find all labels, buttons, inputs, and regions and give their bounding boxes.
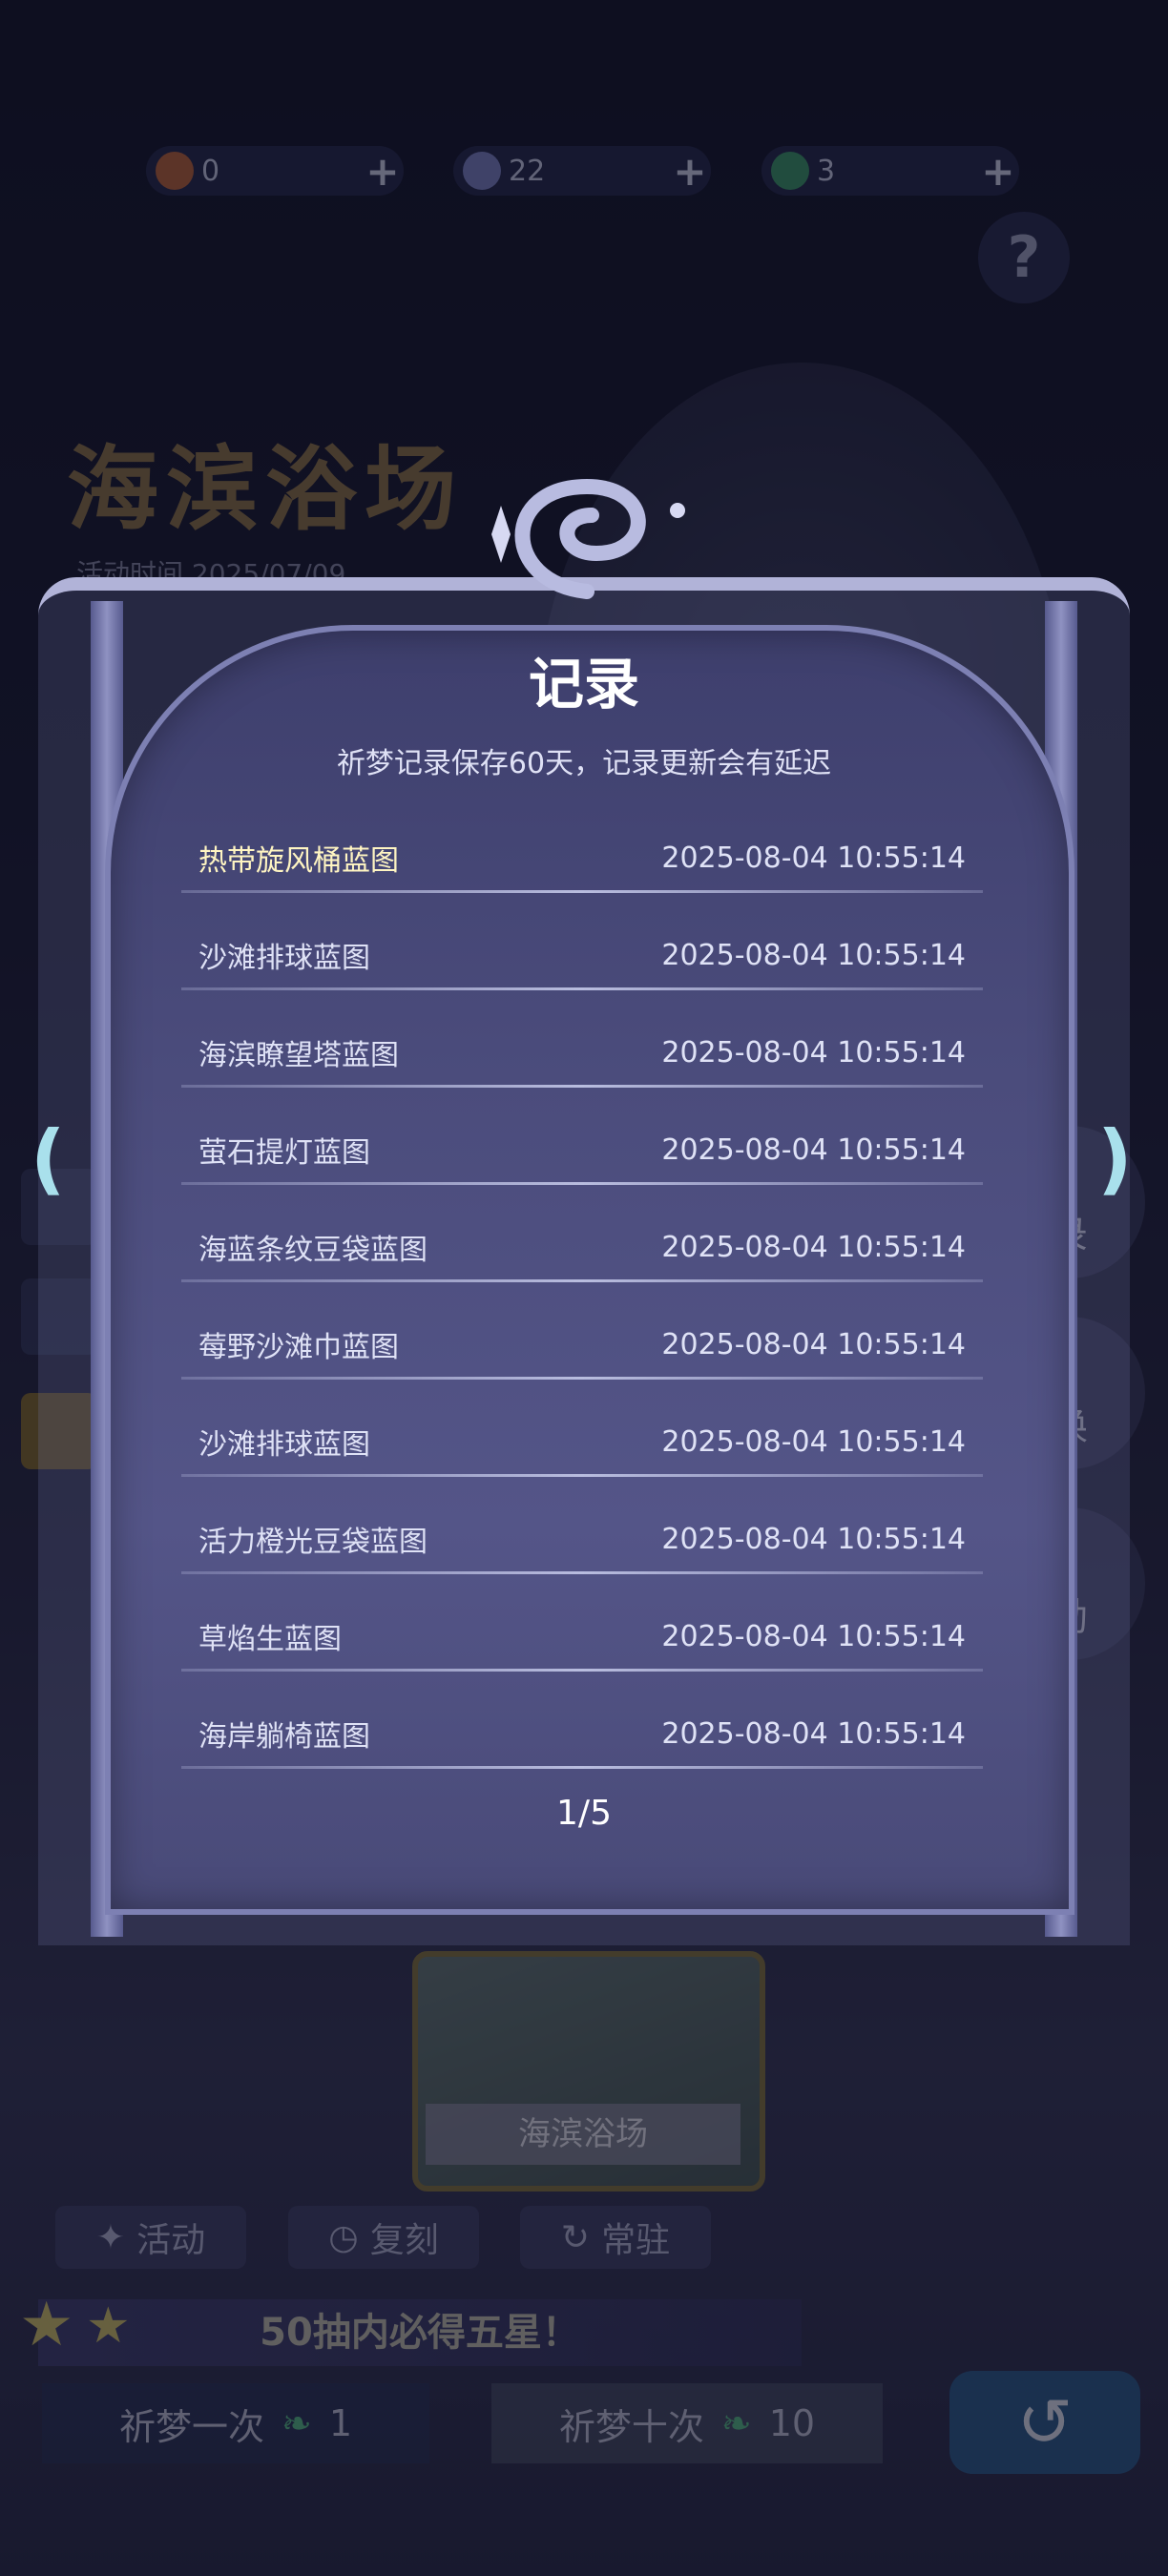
record-name: 热带旋风桶蓝图 xyxy=(198,844,399,878)
record-row: 活力橙光豆袋蓝图 2025-08-04 10:55:14 xyxy=(181,1490,983,1588)
record-name: 沙滩排球蓝图 xyxy=(198,1428,370,1462)
record-time: 2025-08-04 10:55:14 xyxy=(661,1619,966,1653)
record-row: 海蓝条纹豆袋蓝图 2025-08-04 10:55:14 xyxy=(181,1198,983,1296)
modal-subtitle: 祈梦记录保存60天，记录更新会有延迟 xyxy=(336,747,832,780)
record-time: 2025-08-04 10:55:14 xyxy=(661,1424,966,1459)
currency-sun-value: 0 xyxy=(201,154,220,188)
records-list: 热带旋风桶蓝图 2025-08-04 10:55:14 沙滩排球蓝图 2025-08… xyxy=(181,809,983,1782)
guarantee-banner: 50抽内必得五星！ xyxy=(38,2299,802,2366)
star-icon-small: ★ xyxy=(86,2297,131,2355)
star-icon: ★ xyxy=(19,2290,74,2360)
return-arrow-icon: ↺ xyxy=(1016,2383,1074,2462)
party-icon: ✦ xyxy=(95,2217,126,2257)
record-name: 莓野沙滩巾蓝图 xyxy=(198,1331,399,1364)
chevron-left-icon: ( xyxy=(31,1114,66,1203)
currency-feather: 3 + xyxy=(761,146,1019,196)
next-page-button[interactable]: ) xyxy=(1097,1114,1133,1203)
record-row: 沙滩排球蓝图 2025-08-04 10:55:14 xyxy=(181,906,983,1004)
record-time: 2025-08-04 10:55:14 xyxy=(661,1327,966,1361)
sun-coin-icon xyxy=(156,152,194,190)
help-button[interactable]: ? xyxy=(978,212,1070,303)
currency-feather-value: 3 xyxy=(817,154,836,188)
draw-once-button[interactable]: 祈梦一次 ❧ 1 xyxy=(42,2383,429,2463)
swirl-icon: ↻ xyxy=(560,2217,591,2257)
page-indicator: 1/5 xyxy=(556,1794,612,1833)
record-row: 沙滩排球蓝图 2025-08-04 10:55:14 xyxy=(181,1393,983,1490)
add-feather-button[interactable]: + xyxy=(977,148,1019,195)
record-time: 2025-08-04 10:55:14 xyxy=(661,1035,966,1070)
draw-ten-cost: 10 xyxy=(768,2402,816,2444)
tab-activity-label: 活动 xyxy=(136,2221,206,2260)
thumbnail-label: 海滨浴场 xyxy=(426,2104,740,2165)
record-time: 2025-08-04 10:55:14 xyxy=(661,1716,966,1751)
draw-ten-button[interactable]: 祈梦十次 ❧ 10 xyxy=(491,2383,883,2463)
moon-coin-icon xyxy=(463,152,501,190)
draw-ten-label: 祈梦十次 xyxy=(558,2405,704,2448)
feather-icon: ❧ xyxy=(281,2402,312,2444)
tab-permanent[interactable]: ↻ 常驻 xyxy=(520,2206,711,2269)
record-time: 2025-08-04 10:55:14 xyxy=(661,1230,966,1264)
back-button[interactable]: ↺ xyxy=(949,2371,1140,2474)
record-time: 2025-08-04 10:55:14 xyxy=(661,938,966,972)
tab-rerun-label: 复刻 xyxy=(369,2221,439,2260)
chevron-right-icon: ) xyxy=(1097,1114,1133,1203)
record-row: 萤石提灯蓝图 2025-08-04 10:55:14 xyxy=(181,1101,983,1198)
modal-title: 记录 xyxy=(528,652,639,717)
record-row: 热带旋风桶蓝图 2025-08-04 10:55:14 xyxy=(181,809,983,906)
record-name: 草焰生蓝图 xyxy=(198,1623,342,1656)
banner-title: 海滨浴场 xyxy=(67,436,464,543)
record-name: 海滨瞭望塔蓝图 xyxy=(198,1039,399,1072)
record-row: 草焰生蓝图 2025-08-04 10:55:14 xyxy=(181,1588,983,1685)
tab-rerun[interactable]: ◷ 复刻 xyxy=(288,2206,479,2269)
currency-moon-value: 22 xyxy=(509,154,546,188)
record-name: 沙滩排球蓝图 xyxy=(198,942,370,975)
tab-activity[interactable]: ✦ 活动 xyxy=(55,2206,246,2269)
record-name: 海蓝条纹豆袋蓝图 xyxy=(198,1234,428,1267)
currency-moon: 22 + xyxy=(453,146,711,196)
record-time: 2025-08-04 10:55:14 xyxy=(661,1522,966,1556)
record-time: 2025-08-04 10:55:14 xyxy=(661,841,966,875)
draw-once-label: 祈梦一次 xyxy=(118,2405,264,2448)
record-name: 萤石提灯蓝图 xyxy=(198,1136,370,1170)
record-name: 海岸躺椅蓝图 xyxy=(198,1720,370,1754)
currency-sun: 0 + xyxy=(146,146,404,196)
record-name: 活力橙光豆袋蓝图 xyxy=(198,1526,428,1559)
record-row: 莓野沙滩巾蓝图 2025-08-04 10:55:14 xyxy=(181,1296,983,1393)
draw-once-cost: 1 xyxy=(328,2402,353,2444)
add-sun-button[interactable]: + xyxy=(362,148,404,195)
record-row: 海岸躺椅蓝图 2025-08-04 10:55:14 xyxy=(181,1685,983,1782)
record-time: 2025-08-04 10:55:14 xyxy=(661,1132,966,1167)
feather-icon: ❧ xyxy=(720,2402,752,2444)
add-moon-button[interactable]: + xyxy=(669,148,711,195)
crest-ornament-icon xyxy=(491,478,685,599)
clock-icon: ◷ xyxy=(328,2217,359,2257)
record-row: 海滨瞭望塔蓝图 2025-08-04 10:55:14 xyxy=(181,1004,983,1101)
tab-permanent-label: 常驻 xyxy=(601,2221,671,2260)
prev-page-button[interactable]: ( xyxy=(31,1114,66,1203)
feather-icon xyxy=(771,152,809,190)
